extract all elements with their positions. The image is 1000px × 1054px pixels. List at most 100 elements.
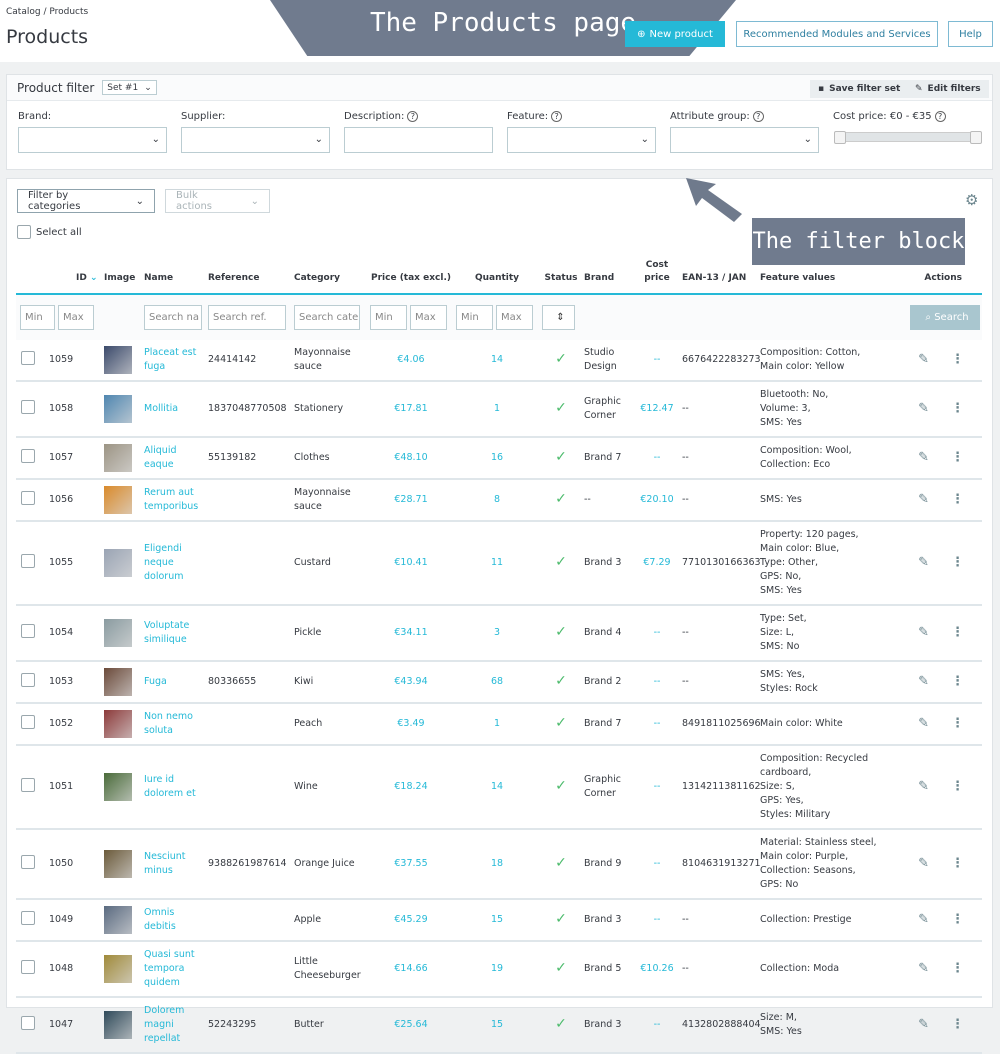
col-price[interactable]: Price (tax excl.) (368, 255, 454, 295)
select-all[interactable]: Select all (17, 225, 82, 239)
attribute-group-select[interactable]: ⌄ (670, 127, 819, 153)
recommended-modules-button[interactable]: Recommended Modules and Services (736, 21, 938, 47)
product-name-link[interactable]: Mollitia (142, 381, 206, 438)
row-checkbox[interactable] (21, 959, 35, 974)
product-thumbnail[interactable] (104, 346, 132, 374)
product-name-link[interactable]: Nesciunt minus (142, 829, 206, 900)
edit-pencil-icon[interactable]: ✎ (918, 912, 929, 927)
product-price[interactable]: €37.55 (368, 829, 454, 900)
product-thumbnail[interactable] (104, 549, 132, 577)
product-thumbnail[interactable] (104, 619, 132, 647)
filter-set-select[interactable]: Set #1 ⌄ (102, 80, 157, 95)
product-thumbnail[interactable] (104, 955, 132, 983)
slider-min-handle[interactable] (834, 131, 846, 144)
price-min-input[interactable]: Min (370, 305, 407, 330)
product-price[interactable]: €10.41 (368, 521, 454, 606)
product-price[interactable]: €43.94 (368, 661, 454, 704)
product-quantity[interactable]: 14 (454, 340, 540, 382)
product-thumbnail[interactable] (104, 710, 132, 738)
name-search-input[interactable]: Search na (144, 305, 202, 330)
product-price[interactable]: €18.24 (368, 745, 454, 830)
row-checkbox[interactable] (21, 672, 35, 687)
product-price[interactable]: €14.66 (368, 941, 454, 998)
product-price[interactable]: €17.81 (368, 381, 454, 438)
quantity-min-input[interactable]: Min (456, 305, 493, 330)
row-checkbox[interactable] (21, 350, 35, 365)
product-quantity[interactable]: 1 (454, 381, 540, 438)
product-name-link[interactable]: Aliquid eaque (142, 437, 206, 480)
product-name-link[interactable]: Non nemo soluta (142, 703, 206, 746)
more-actions-icon[interactable]: ⋮ (951, 352, 964, 367)
row-checkbox[interactable] (21, 777, 35, 792)
product-name-link[interactable]: Iure id dolorem et (142, 745, 206, 830)
status-enabled-check-icon[interactable]: ✓ (555, 778, 567, 794)
product-name-link[interactable]: Rerum aut temporibus (142, 479, 206, 522)
status-enabled-check-icon[interactable]: ✓ (555, 673, 567, 689)
edit-pencil-icon[interactable]: ✎ (918, 779, 929, 794)
more-actions-icon[interactable]: ⋮ (951, 1017, 964, 1032)
edit-pencil-icon[interactable]: ✎ (918, 450, 929, 465)
feature-select[interactable]: ⌄ (507, 127, 656, 153)
status-enabled-check-icon[interactable]: ✓ (555, 1016, 567, 1032)
more-actions-icon[interactable]: ⋮ (951, 625, 964, 640)
row-checkbox[interactable] (21, 854, 35, 869)
product-price[interactable]: €4.06 (368, 340, 454, 382)
product-price[interactable]: €45.29 (368, 899, 454, 942)
product-price[interactable]: €25.64 (368, 997, 454, 1054)
status-enabled-check-icon[interactable]: ✓ (555, 855, 567, 871)
more-actions-icon[interactable]: ⋮ (951, 450, 964, 465)
cost-price-slider[interactable] (834, 131, 982, 144)
col-id[interactable]: ID ⌄ (44, 255, 102, 295)
bulk-actions-button[interactable]: Bulk actions ⌄ (165, 189, 270, 213)
product-name-link[interactable]: Placeat est fuga (142, 340, 206, 382)
supplier-select[interactable]: ⌄ (181, 127, 330, 153)
col-ean[interactable]: EAN-13 / JAN (680, 255, 758, 295)
more-actions-icon[interactable]: ⋮ (951, 912, 964, 927)
product-name-link[interactable]: Dolorem magni repellat (142, 997, 206, 1054)
edit-pencil-icon[interactable]: ✎ (918, 961, 929, 976)
product-quantity[interactable]: 16 (454, 437, 540, 480)
edit-pencil-icon[interactable]: ✎ (918, 716, 929, 731)
quantity-max-input[interactable]: Max (496, 305, 534, 330)
product-thumbnail[interactable] (104, 850, 132, 878)
more-actions-icon[interactable]: ⋮ (951, 674, 964, 689)
product-thumbnail[interactable] (104, 486, 132, 514)
price-max-input[interactable]: Max (410, 305, 448, 330)
product-quantity[interactable]: 18 (454, 829, 540, 900)
more-actions-icon[interactable]: ⋮ (951, 716, 964, 731)
status-enabled-check-icon[interactable]: ✓ (555, 624, 567, 640)
product-thumbnail[interactable] (104, 906, 132, 934)
edit-pencil-icon[interactable]: ✎ (918, 352, 929, 367)
col-status[interactable]: Status (540, 255, 582, 295)
category-search-input[interactable]: Search cate (294, 305, 360, 330)
product-thumbnail[interactable] (104, 395, 132, 423)
status-enabled-check-icon[interactable]: ✓ (555, 911, 567, 927)
col-cost[interactable]: Cost price (634, 255, 680, 295)
status-enabled-check-icon[interactable]: ✓ (555, 351, 567, 367)
product-quantity[interactable]: 11 (454, 521, 540, 606)
product-quantity[interactable]: 15 (454, 899, 540, 942)
reference-search-input[interactable]: Search ref. (208, 305, 286, 330)
status-enabled-check-icon[interactable]: ✓ (555, 960, 567, 976)
search-button[interactable]: ⌕ Search (910, 305, 980, 330)
edit-pencil-icon[interactable]: ✎ (918, 625, 929, 640)
col-brand[interactable]: Brand (582, 255, 634, 295)
more-actions-icon[interactable]: ⋮ (951, 961, 964, 976)
breadcrumb-catalog[interactable]: Catalog (6, 7, 41, 17)
product-name-link[interactable]: Fuga (142, 661, 206, 704)
more-actions-icon[interactable]: ⋮ (951, 856, 964, 871)
product-quantity[interactable]: 1 (454, 703, 540, 746)
product-thumbnail[interactable] (104, 668, 132, 696)
edit-pencil-icon[interactable]: ✎ (918, 674, 929, 689)
sort-desc-icon[interactable]: ⌄ (90, 273, 98, 283)
id-max-input[interactable]: Max (58, 305, 95, 330)
col-reference[interactable]: Reference (206, 255, 292, 295)
status-enabled-check-icon[interactable]: ✓ (555, 554, 567, 570)
row-checkbox[interactable] (21, 910, 35, 925)
product-quantity[interactable]: 8 (454, 479, 540, 522)
product-thumbnail[interactable] (104, 1011, 132, 1039)
status-enabled-check-icon[interactable]: ✓ (555, 449, 567, 465)
edit-pencil-icon[interactable]: ✎ (918, 856, 929, 871)
edit-pencil-icon[interactable]: ✎ (918, 401, 929, 416)
more-actions-icon[interactable]: ⋮ (951, 779, 964, 794)
